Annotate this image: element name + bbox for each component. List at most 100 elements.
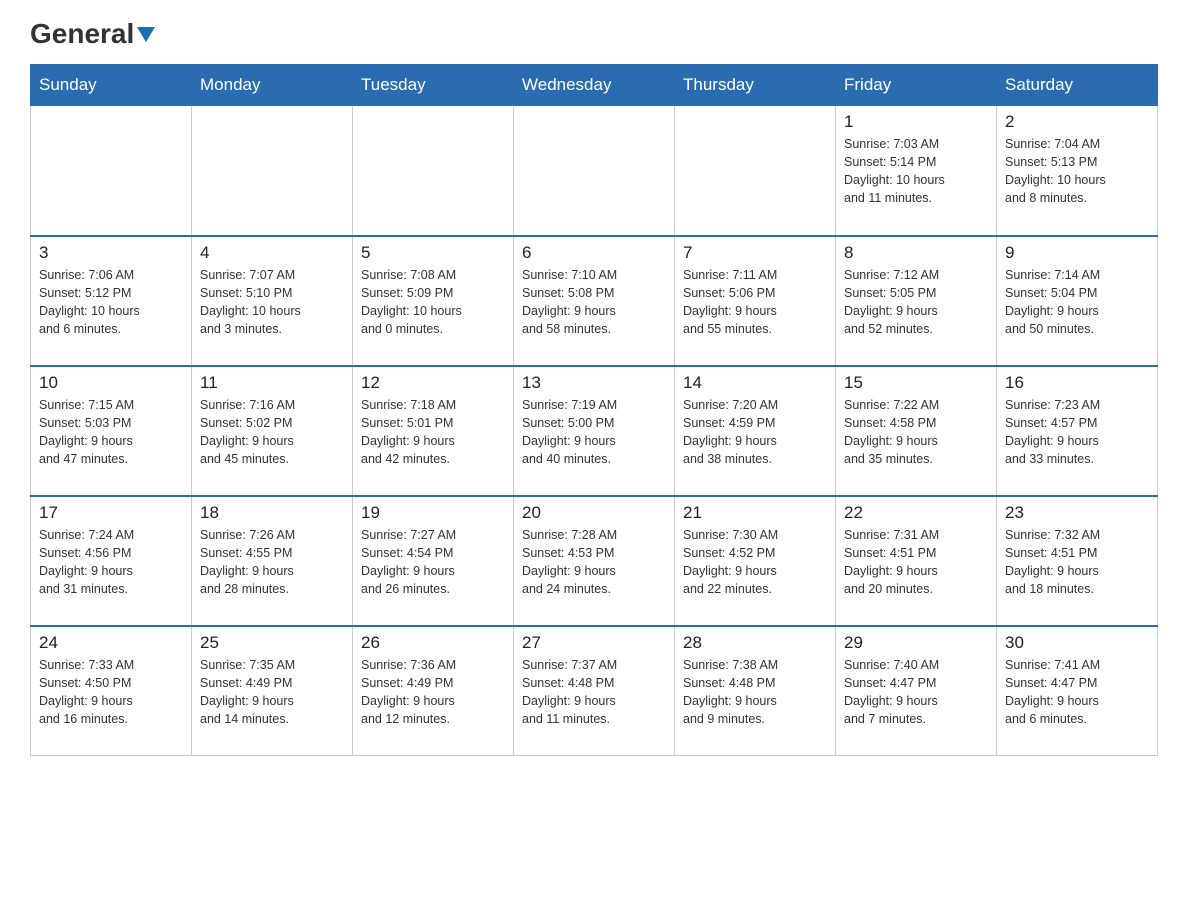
logo-text: General — [30, 20, 155, 48]
day-info: Sunrise: 7:38 AM Sunset: 4:48 PM Dayligh… — [683, 656, 827, 729]
calendar-cell: 8 Sunrise: 7:12 AM Sunset: 5:05 PM Daylig… — [836, 236, 997, 366]
day-number: 15 — [844, 373, 988, 393]
calendar-cell: 28 Sunrise: 7:38 AM Sunset: 4:48 PM Dayli… — [675, 626, 836, 756]
day-number: 23 — [1005, 503, 1149, 523]
calendar-cell: 29 Sunrise: 7:40 AM Sunset: 4:47 PM Dayli… — [836, 626, 997, 756]
calendar-cell — [514, 106, 675, 236]
day-header-monday: Monday — [192, 65, 353, 106]
day-info: Sunrise: 7:37 AM Sunset: 4:48 PM Dayligh… — [522, 656, 666, 729]
calendar-cell: 17 Sunrise: 7:24 AM Sunset: 4:56 PM Dayli… — [31, 496, 192, 626]
day-info: Sunrise: 7:35 AM Sunset: 4:49 PM Dayligh… — [200, 656, 344, 729]
day-info: Sunrise: 7:08 AM Sunset: 5:09 PM Dayligh… — [361, 266, 505, 339]
day-number: 21 — [683, 503, 827, 523]
day-info: Sunrise: 7:14 AM Sunset: 5:04 PM Dayligh… — [1005, 266, 1149, 339]
day-number: 4 — [200, 243, 344, 263]
calendar-cell: 9Sunrise: 7:14 AM Sunset: 5:04 PM Daylig… — [997, 236, 1158, 366]
day-number: 28 — [683, 633, 827, 653]
day-number: 13 — [522, 373, 666, 393]
calendar-week-row: 17 Sunrise: 7:24 AM Sunset: 4:56 PM Dayli… — [31, 496, 1158, 626]
day-number: 19 — [361, 503, 505, 523]
calendar-cell: 7 Sunrise: 7:11 AM Sunset: 5:06 PM Daylig… — [675, 236, 836, 366]
day-number: 25 — [200, 633, 344, 653]
day-number: 17 — [39, 503, 183, 523]
day-number: 3 — [39, 243, 183, 263]
day-number: 2 — [1005, 112, 1149, 132]
calendar-cell: 1 Sunrise: 7:03 AM Sunset: 5:14 PM Daylig… — [836, 106, 997, 236]
calendar-cell: 15 Sunrise: 7:22 AM Sunset: 4:58 PM Dayli… — [836, 366, 997, 496]
calendar-cell — [353, 106, 514, 236]
calendar-cell: 4 Sunrise: 7:07 AM Sunset: 5:10 PM Daylig… — [192, 236, 353, 366]
day-header-friday: Friday — [836, 65, 997, 106]
day-info: Sunrise: 7:19 AM Sunset: 5:00 PM Dayligh… — [522, 396, 666, 469]
day-info: Sunrise: 7:06 AM Sunset: 5:12 PM Dayligh… — [39, 266, 183, 339]
day-number: 30 — [1005, 633, 1149, 653]
day-number: 14 — [683, 373, 827, 393]
day-number: 26 — [361, 633, 505, 653]
day-info: Sunrise: 7:23 AM Sunset: 4:57 PM Dayligh… — [1005, 396, 1149, 469]
calendar-week-row: 24 Sunrise: 7:33 AM Sunset: 4:50 PM Dayli… — [31, 626, 1158, 756]
day-info: Sunrise: 7:15 AM Sunset: 5:03 PM Dayligh… — [39, 396, 183, 469]
calendar-cell: 3 Sunrise: 7:06 AM Sunset: 5:12 PM Daylig… — [31, 236, 192, 366]
calendar-cell: 19Sunrise: 7:27 AM Sunset: 4:54 PM Dayli… — [353, 496, 514, 626]
day-number: 18 — [200, 503, 344, 523]
calendar-cell: 13 Sunrise: 7:19 AM Sunset: 5:00 PM Dayli… — [514, 366, 675, 496]
calendar-cell: 5 Sunrise: 7:08 AM Sunset: 5:09 PM Daylig… — [353, 236, 514, 366]
day-number: 5 — [361, 243, 505, 263]
day-header-tuesday: Tuesday — [353, 65, 514, 106]
calendar-cell: 25 Sunrise: 7:35 AM Sunset: 4:49 PM Dayli… — [192, 626, 353, 756]
day-header-thursday: Thursday — [675, 65, 836, 106]
day-header-sunday: Sunday — [31, 65, 192, 106]
calendar-cell: 23 Sunrise: 7:32 AM Sunset: 4:51 PM Dayli… — [997, 496, 1158, 626]
calendar-cell: 24 Sunrise: 7:33 AM Sunset: 4:50 PM Dayli… — [31, 626, 192, 756]
day-info: Sunrise: 7:40 AM Sunset: 4:47 PM Dayligh… — [844, 656, 988, 729]
day-number: 10 — [39, 373, 183, 393]
day-info: Sunrise: 7:36 AM Sunset: 4:49 PM Dayligh… — [361, 656, 505, 729]
day-info: Sunrise: 7:11 AM Sunset: 5:06 PM Dayligh… — [683, 266, 827, 339]
day-number: 6 — [522, 243, 666, 263]
calendar-cell: 26 Sunrise: 7:36 AM Sunset: 4:49 PM Dayli… — [353, 626, 514, 756]
day-number: 1 — [844, 112, 988, 132]
day-info: Sunrise: 7:22 AM Sunset: 4:58 PM Dayligh… — [844, 396, 988, 469]
day-info: Sunrise: 7:20 AM Sunset: 4:59 PM Dayligh… — [683, 396, 827, 469]
calendar-week-row: 1 Sunrise: 7:03 AM Sunset: 5:14 PM Daylig… — [31, 106, 1158, 236]
day-number: 24 — [39, 633, 183, 653]
calendar-cell: 21 Sunrise: 7:30 AM Sunset: 4:52 PM Dayli… — [675, 496, 836, 626]
calendar-cell: 6 Sunrise: 7:10 AM Sunset: 5:08 PM Daylig… — [514, 236, 675, 366]
page-header: General — [30, 20, 1158, 44]
day-number: 12 — [361, 373, 505, 393]
calendar-week-row: 10 Sunrise: 7:15 AM Sunset: 5:03 PM Dayli… — [31, 366, 1158, 496]
calendar-cell: 16Sunrise: 7:23 AM Sunset: 4:57 PM Dayli… — [997, 366, 1158, 496]
day-info: Sunrise: 7:30 AM Sunset: 4:52 PM Dayligh… — [683, 526, 827, 599]
logo: General — [30, 20, 155, 44]
calendar-table: SundayMondayTuesdayWednesdayThursdayFrid… — [30, 64, 1158, 756]
day-info: Sunrise: 7:18 AM Sunset: 5:01 PM Dayligh… — [361, 396, 505, 469]
day-number: 22 — [844, 503, 988, 523]
day-info: Sunrise: 7:12 AM Sunset: 5:05 PM Dayligh… — [844, 266, 988, 339]
calendar-cell: 30Sunrise: 7:41 AM Sunset: 4:47 PM Dayli… — [997, 626, 1158, 756]
calendar-cell: 27 Sunrise: 7:37 AM Sunset: 4:48 PM Dayli… — [514, 626, 675, 756]
day-info: Sunrise: 7:10 AM Sunset: 5:08 PM Dayligh… — [522, 266, 666, 339]
calendar-cell: 14 Sunrise: 7:20 AM Sunset: 4:59 PM Dayli… — [675, 366, 836, 496]
day-info: Sunrise: 7:24 AM Sunset: 4:56 PM Dayligh… — [39, 526, 183, 599]
calendar-cell: 18 Sunrise: 7:26 AM Sunset: 4:55 PM Dayli… — [192, 496, 353, 626]
day-header-wednesday: Wednesday — [514, 65, 675, 106]
calendar-cell: 22Sunrise: 7:31 AM Sunset: 4:51 PM Dayli… — [836, 496, 997, 626]
calendar-week-row: 3 Sunrise: 7:06 AM Sunset: 5:12 PM Daylig… — [31, 236, 1158, 366]
calendar-cell: 2 Sunrise: 7:04 AM Sunset: 5:13 PM Daylig… — [997, 106, 1158, 236]
calendar-cell: 20 Sunrise: 7:28 AM Sunset: 4:53 PM Dayli… — [514, 496, 675, 626]
day-info: Sunrise: 7:28 AM Sunset: 4:53 PM Dayligh… — [522, 526, 666, 599]
day-info: Sunrise: 7:26 AM Sunset: 4:55 PM Dayligh… — [200, 526, 344, 599]
day-info: Sunrise: 7:03 AM Sunset: 5:14 PM Dayligh… — [844, 135, 988, 208]
day-info: Sunrise: 7:07 AM Sunset: 5:10 PM Dayligh… — [200, 266, 344, 339]
day-info: Sunrise: 7:33 AM Sunset: 4:50 PM Dayligh… — [39, 656, 183, 729]
day-info: Sunrise: 7:04 AM Sunset: 5:13 PM Dayligh… — [1005, 135, 1149, 208]
day-number: 20 — [522, 503, 666, 523]
calendar-cell — [192, 106, 353, 236]
day-info: Sunrise: 7:32 AM Sunset: 4:51 PM Dayligh… — [1005, 526, 1149, 599]
day-number: 8 — [844, 243, 988, 263]
day-number: 29 — [844, 633, 988, 653]
day-number: 7 — [683, 243, 827, 263]
day-number: 27 — [522, 633, 666, 653]
calendar-cell: 10 Sunrise: 7:15 AM Sunset: 5:03 PM Dayli… — [31, 366, 192, 496]
calendar-cell: 11Sunrise: 7:16 AM Sunset: 5:02 PM Dayli… — [192, 366, 353, 496]
